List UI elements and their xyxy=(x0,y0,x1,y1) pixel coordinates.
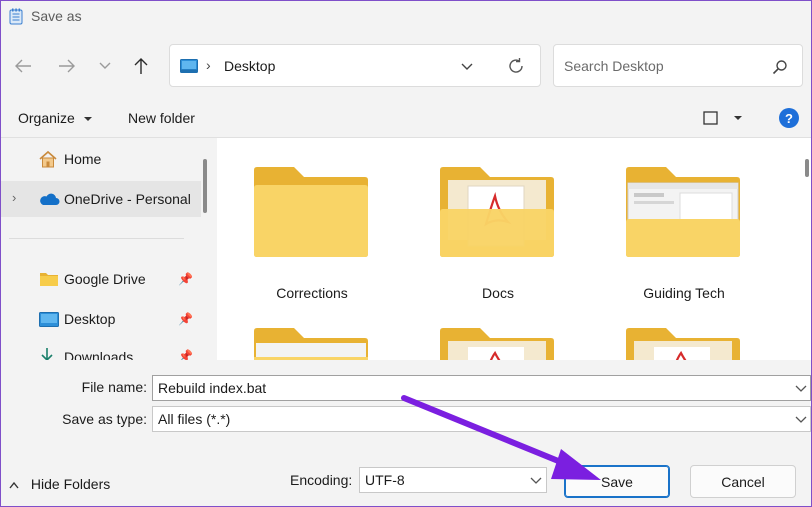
file-name-field[interactable]: Rebuild index.bat xyxy=(152,375,811,401)
organize-button[interactable]: Organize xyxy=(18,110,93,126)
folder-item[interactable] xyxy=(252,166,372,261)
home-icon xyxy=(39,150,57,168)
file-name-label: File name: xyxy=(81,379,147,395)
sidebar-item-downloads[interactable]: Downloads 📌 xyxy=(1,341,201,360)
file-name-input[interactable]: Rebuild index.bat xyxy=(158,380,266,396)
search-input[interactable]: Search Desktop xyxy=(564,58,664,74)
sidebar-item-onedrive[interactable]: › OneDrive - Personal xyxy=(1,181,201,217)
help-icon[interactable]: ? xyxy=(779,108,799,128)
search-icon xyxy=(772,60,787,75)
window-title: Save as xyxy=(31,8,82,24)
folder-pdf-icon xyxy=(626,328,740,360)
sidebar-item-desktop[interactable]: Desktop 📌 xyxy=(1,301,201,337)
dropdown-arrow-icon xyxy=(733,116,742,120)
back-button[interactable] xyxy=(8,51,38,81)
save-as-type-select[interactable]: All files (*.*) xyxy=(152,406,811,432)
download-arrow-icon xyxy=(41,348,53,360)
folder-pdf-icon xyxy=(440,328,554,360)
chevron-down-icon[interactable] xyxy=(460,62,474,72)
folder-icon xyxy=(254,328,368,360)
folder-item[interactable] xyxy=(624,166,744,261)
sidebar-item-label: Google Drive xyxy=(64,271,146,287)
sidebar-item-home[interactable]: Home xyxy=(1,141,201,177)
arrow-right-icon xyxy=(59,59,75,73)
folder-item[interactable] xyxy=(624,327,742,360)
pin-icon: 📌 xyxy=(178,272,193,286)
sidebar-scrollbar[interactable] xyxy=(203,159,207,213)
save-as-type-value: All files (*.*) xyxy=(158,411,231,427)
view-button[interactable] xyxy=(703,111,743,128)
arrow-up-icon xyxy=(134,58,148,74)
navigation-pane: Home › OneDrive - Personal Google Drive … xyxy=(1,138,212,360)
folder-item[interactable] xyxy=(252,327,370,360)
hide-folders-label: Hide Folders xyxy=(30,476,111,492)
pin-icon: 📌 xyxy=(178,349,193,360)
desktop-icon xyxy=(39,312,59,327)
recent-locations-button[interactable] xyxy=(90,51,120,81)
folder-icon xyxy=(254,167,368,257)
pin-icon: 📌 xyxy=(178,312,193,326)
organize-label: Organize xyxy=(18,110,75,126)
cancel-button[interactable]: Cancel xyxy=(690,465,796,498)
sidebar-item-label: OneDrive - Personal xyxy=(64,191,191,207)
sidebar-item-google-drive[interactable]: Google Drive 📌 xyxy=(1,261,201,297)
breadcrumb-separator-icon: › xyxy=(206,57,211,73)
encoding-select[interactable]: UTF-8 xyxy=(359,467,547,493)
folder-item[interactable] xyxy=(438,327,556,360)
content-scrollbar[interactable] xyxy=(805,159,809,177)
sidebar-item-label: Desktop xyxy=(64,311,116,327)
folder-label[interactable]: Docs xyxy=(423,285,573,301)
address-bar[interactable]: › Desktop xyxy=(169,44,541,87)
forward-button[interactable] xyxy=(52,51,82,81)
cloud-icon xyxy=(40,193,60,205)
arrow-left-icon xyxy=(15,59,31,73)
expand-chevron-icon[interactable]: › xyxy=(12,190,16,205)
chevron-down-icon xyxy=(99,62,111,69)
save-button[interactable]: Save xyxy=(564,465,670,498)
title-bar: Save as xyxy=(1,1,811,33)
refresh-icon[interactable] xyxy=(507,57,525,75)
chevron-down-icon[interactable] xyxy=(795,385,807,393)
folder-image-icon xyxy=(626,167,740,257)
chevron-up-icon xyxy=(9,482,19,489)
new-folder-button[interactable]: New folder xyxy=(128,110,195,126)
folder-icon xyxy=(40,273,58,286)
file-list: Corrections Docs Guiding Tech xyxy=(217,138,811,360)
notepad-icon xyxy=(9,8,23,25)
chevron-down-icon xyxy=(530,477,542,484)
search-box[interactable]: Search Desktop xyxy=(553,44,803,87)
dropdown-arrow-icon xyxy=(83,117,92,122)
breadcrumb-desktop[interactable]: Desktop xyxy=(224,58,275,74)
view-layout-icon xyxy=(703,111,718,125)
chevron-down-icon xyxy=(795,416,807,423)
sidebar-item-label: Downloads xyxy=(64,349,134,360)
folder-pdf-icon xyxy=(440,167,554,257)
save-as-type-label: Save as type: xyxy=(62,411,147,427)
folder-label[interactable]: Corrections xyxy=(237,285,387,301)
folder-item[interactable] xyxy=(438,166,558,261)
sidebar-item-label: Home xyxy=(64,151,102,167)
folder-label[interactable]: Guiding Tech xyxy=(609,285,759,301)
hide-folders-button[interactable]: Hide Folders xyxy=(9,476,110,492)
up-button[interactable] xyxy=(126,51,156,81)
encoding-label: Encoding: xyxy=(290,472,353,488)
sidebar-separator xyxy=(9,238,184,239)
desktop-icon xyxy=(180,59,198,73)
encoding-value: UTF-8 xyxy=(365,472,405,488)
